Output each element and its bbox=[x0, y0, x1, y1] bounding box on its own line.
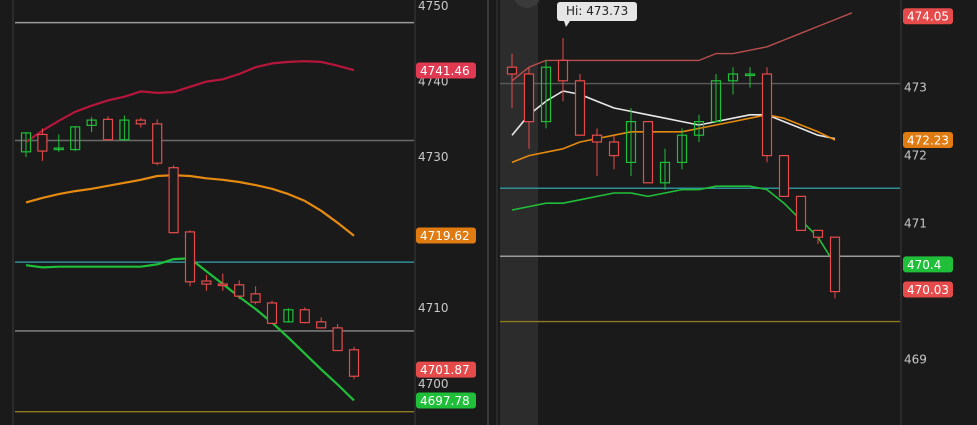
candle-body bbox=[608, 141, 620, 157]
candle-body bbox=[829, 236, 841, 293]
y-tick-label: 4750 bbox=[418, 0, 449, 13]
candle-body bbox=[299, 309, 310, 324]
candle-body bbox=[316, 321, 327, 329]
candle-body bbox=[778, 155, 790, 198]
price-badge-label: 4697.78 bbox=[420, 394, 470, 408]
y-tick-label: 469 bbox=[904, 353, 927, 367]
premarket-shade bbox=[500, 0, 538, 425]
y-tick-label: 471 bbox=[904, 217, 927, 231]
y-tick-label: 473 bbox=[904, 81, 927, 95]
candle-body bbox=[135, 119, 146, 125]
dual-candlestick-chart: 470047104730474047504741.464719.624701.8… bbox=[0, 0, 977, 425]
candle-body bbox=[812, 229, 824, 238]
price-badge-label: 4741.46 bbox=[420, 64, 470, 78]
candle-body bbox=[201, 280, 212, 285]
y-tick-label: 472 bbox=[904, 149, 927, 163]
candle-body bbox=[234, 284, 245, 297]
candle-body bbox=[250, 293, 261, 303]
candle-body bbox=[168, 167, 179, 234]
candle-body bbox=[152, 123, 163, 164]
candle-body bbox=[348, 349, 360, 377]
candle-body bbox=[574, 80, 586, 136]
y-tick-label: 4700 bbox=[418, 377, 449, 391]
candle-body bbox=[557, 59, 569, 82]
candle-body bbox=[761, 73, 773, 157]
candle-body bbox=[523, 73, 535, 123]
price-badge-label: 4719.62 bbox=[420, 229, 470, 243]
y-tick-label: 4730 bbox=[418, 150, 449, 164]
y-tick-label: 4710 bbox=[418, 301, 449, 315]
candle-body bbox=[37, 133, 48, 152]
candle-body bbox=[795, 195, 807, 231]
candle-body bbox=[217, 283, 228, 287]
candle-body bbox=[184, 231, 196, 283]
candle-body bbox=[642, 120, 654, 184]
price-badge-label: 474.05 bbox=[907, 10, 949, 24]
candle-body bbox=[591, 134, 603, 143]
candle-body bbox=[266, 302, 278, 324]
price-badge-label: 470.03 bbox=[907, 283, 949, 297]
candle-body bbox=[332, 327, 343, 352]
price-badge-label: 470.4 bbox=[907, 258, 941, 272]
high-price-label: Hi: 473.73 bbox=[566, 4, 628, 18]
candle-body bbox=[102, 118, 114, 141]
candle-body bbox=[506, 66, 518, 75]
price-badge-label: 472.23 bbox=[907, 133, 949, 147]
price-badge-label: 4701.87 bbox=[420, 363, 470, 377]
